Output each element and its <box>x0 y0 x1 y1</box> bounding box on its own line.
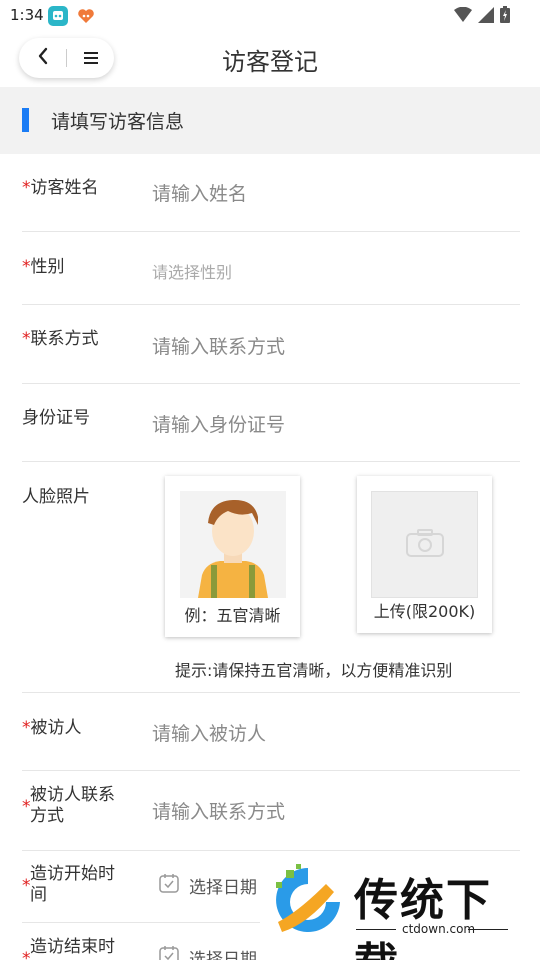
section-title: 请填写访客信息 <box>51 111 185 133</box>
app-notification-icon <box>48 6 68 26</box>
name-input[interactable]: 请输入姓名 <box>152 179 247 206</box>
calendar-icon <box>159 945 179 960</box>
calendar-icon <box>159 873 179 898</box>
page-title: 访客登记 <box>222 48 318 76</box>
visitee-contact-input[interactable]: 请输入联系方式 <box>152 797 285 824</box>
required-mark: * <box>22 876 31 896</box>
visitee-contact-label: * 被访人联系 方式 <box>22 785 115 826</box>
required-mark: * <box>22 718 31 738</box>
face-photo-hint: 提示:请保持五官清晰，以方便精准识别 <box>175 661 453 680</box>
upload-photo-card[interactable]: 上传(限200K) <box>357 476 492 633</box>
required-mark: * <box>22 257 31 277</box>
gender-label: *性别 <box>22 257 65 277</box>
upload-photo-caption: 上传(限200K) <box>373 602 476 621</box>
start-date-button-label: 选择日期 <box>189 878 257 898</box>
visitee-input[interactable]: 请输入被访人 <box>152 719 266 746</box>
name-label: *访客姓名 <box>22 178 99 198</box>
status-time: 1:34 <box>10 6 44 24</box>
watermark-rule-left <box>356 929 396 930</box>
contact-label: *联系方式 <box>22 329 99 349</box>
required-mark: * <box>22 949 31 960</box>
upload-placeholder[interactable] <box>371 491 478 598</box>
required-mark: * <box>22 797 31 817</box>
watermark-url: ctdown.com <box>402 922 476 936</box>
battery-icon <box>500 6 510 27</box>
form-row-visitee-contact: * 被访人联系 方式 请输入联系方式 <box>22 771 520 851</box>
id-number-input[interactable]: 请输入身份证号 <box>152 410 285 437</box>
end-date-button-label: 选择日期 <box>189 950 257 960</box>
watermark: 传统下载 ctdown.com <box>268 862 518 960</box>
id-number-label: 身份证号 <box>22 408 90 428</box>
example-photo-card: 例：五官清晰 <box>165 476 300 637</box>
example-photo-caption: 例：五官清晰 <box>184 606 281 625</box>
end-date-picker[interactable]: 选择日期 <box>159 945 257 960</box>
visitee-label: *被访人 <box>22 718 82 738</box>
status-bar: 1:34 <box>0 0 540 32</box>
form-row-contact: *联系方式 请输入联系方式 <box>22 305 520 384</box>
signal-icon <box>478 6 494 27</box>
app-notification-icon-2 <box>76 6 96 26</box>
section-header: 请填写访客信息 <box>0 87 540 154</box>
section-accent-bar <box>22 108 29 132</box>
form-row-visitee: *被访人 请输入被访人 <box>22 693 520 771</box>
gender-select[interactable]: 请选择性别 <box>152 259 232 283</box>
start-time-label: * 造访开始时 间 <box>22 864 115 905</box>
header: 访客登记 <box>0 32 540 87</box>
required-mark: * <box>22 329 31 349</box>
wifi-icon <box>454 6 472 27</box>
face-photo-label: 人脸照片 <box>22 487 90 507</box>
contact-input[interactable]: 请输入联系方式 <box>152 332 285 359</box>
form-row-start-time: * 造访开始时 间 选择日期 <box>22 851 260 923</box>
end-time-label: * 造访结束时 <box>22 937 115 960</box>
start-date-picker[interactable]: 选择日期 <box>159 873 257 898</box>
required-mark: * <box>22 178 31 198</box>
form-row-name: *访客姓名 请输入姓名 <box>22 154 520 232</box>
form-row-id-number: 身份证号 请输入身份证号 <box>22 384 520 462</box>
camera-icon <box>405 528 444 561</box>
form-row-gender: *性别 请选择性别 <box>22 232 520 305</box>
watermark-rule-right <box>468 929 508 930</box>
watermark-text: 传统下载 <box>354 875 492 960</box>
watermark-logo-icon <box>268 862 346 944</box>
example-face-image <box>180 491 286 598</box>
